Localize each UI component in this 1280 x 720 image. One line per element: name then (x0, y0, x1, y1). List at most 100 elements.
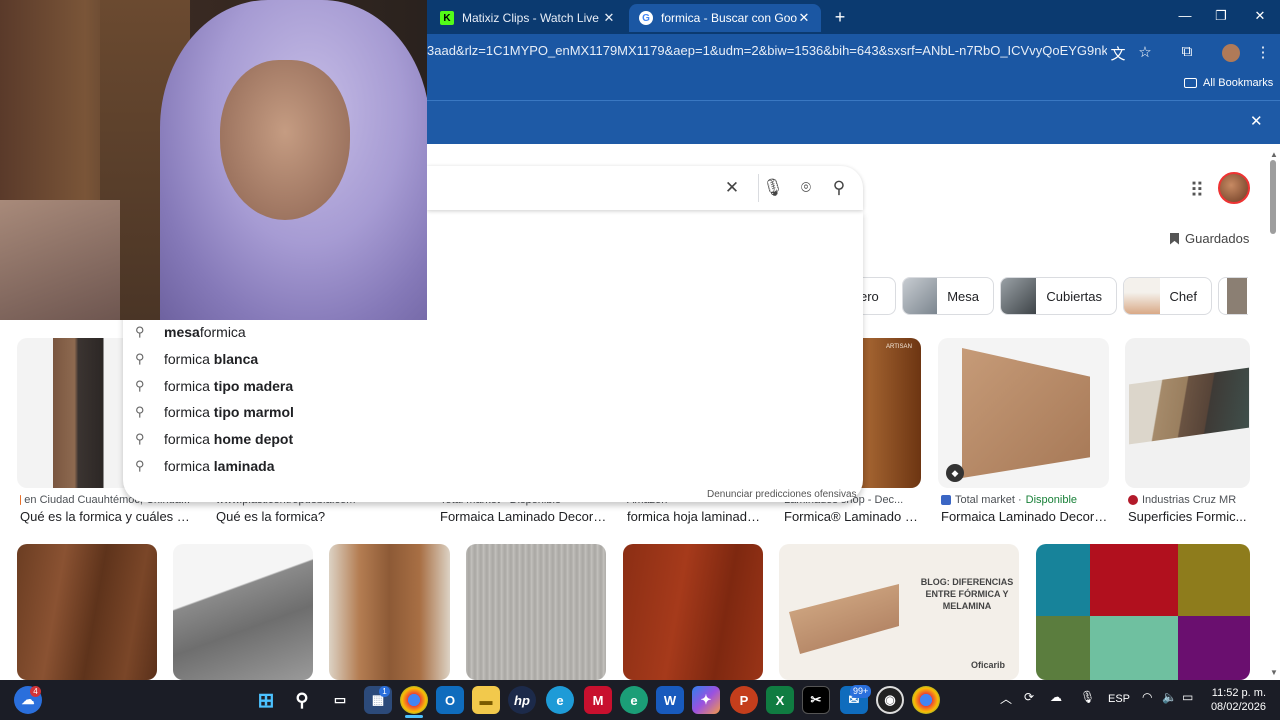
result-image[interactable] (466, 544, 606, 680)
file-explorer-icon[interactable]: ▬ (472, 686, 500, 714)
suggestion-text: formica (164, 378, 214, 394)
maximize-icon[interactable]: ❐ (1209, 8, 1233, 24)
result-image[interactable] (329, 544, 450, 680)
infobar-close-icon[interactable]: ✕ (1250, 112, 1263, 130)
result-image[interactable] (623, 544, 763, 680)
system-clock[interactable]: 11:52 p. m. 08/02/2026 (1206, 686, 1266, 714)
minimize-icon[interactable]: — (1173, 8, 1197, 23)
result-image[interactable] (173, 544, 313, 680)
suggestion-item[interactable]: ⚲ formica tipo marmol (135, 399, 294, 425)
edge-icon[interactable]: e (620, 686, 648, 714)
tray-overflow-icon[interactable]: ︿ (1000, 690, 1012, 707)
result-image[interactable] (17, 544, 157, 680)
volume-icon[interactable]: 🔈 (1162, 690, 1177, 704)
background-object (0, 200, 120, 320)
search-icon[interactable]: ⚲ (827, 178, 851, 198)
result-image[interactable]: ◆ (938, 338, 1109, 488)
chip-more[interactable] (1218, 277, 1248, 315)
bookmark-star-icon[interactable]: ☆ (1134, 43, 1156, 61)
close-window-icon[interactable]: ✕ (1248, 8, 1272, 24)
suggestion-item[interactable]: ⚲ formica home depot (135, 426, 293, 452)
result-title[interactable]: Formaica Laminado Decorat... (941, 509, 1111, 524)
wifi-icon[interactable]: ◠ (1142, 690, 1152, 704)
tab-google-search[interactable]: G formica - Buscar con Google ✕ (629, 4, 821, 32)
apps-grid-icon[interactable]: ⠿ (1186, 178, 1208, 202)
suggestion-text: formica (164, 431, 214, 447)
hp-icon[interactable]: hp (508, 686, 536, 714)
scroll-down-icon[interactable]: ▼ (1270, 668, 1278, 677)
suggestion-text: formica (164, 458, 214, 474)
suggestion-item[interactable]: ⚲ formica laminada (135, 453, 275, 479)
chrome-profile-icon[interactable] (912, 686, 940, 714)
sync-icon[interactable]: ⟳ (1024, 690, 1034, 704)
chrome-icon[interactable] (400, 686, 428, 714)
search-icon: ⚲ (135, 404, 145, 419)
translate-icon[interactable]: ⽂ (1107, 43, 1129, 64)
suggestion-bold: tipo madera (213, 378, 294, 394)
microphone-icon[interactable]: 🎙 (761, 178, 785, 198)
weather-badge: 4 (30, 686, 41, 697)
result-title[interactable]: Qué es la formica? (216, 509, 376, 524)
windows-start-icon[interactable]: ⊞ (252, 686, 280, 714)
report-predictions-link[interactable]: Denunciar predicciones ofensivas (707, 489, 857, 500)
capcut-icon[interactable]: ✂ (802, 686, 830, 714)
all-bookmarks-button[interactable]: All Bookmarks (1184, 77, 1273, 89)
search-icon: ⚲ (135, 431, 145, 446)
tab-close-icon[interactable]: ✕ (797, 10, 811, 26)
suggestion-item[interactable]: ⚲ formica blanca (135, 346, 258, 372)
battery-icon[interactable]: ▭ (1182, 690, 1193, 704)
result-title[interactable]: Formica® Laminado M... (784, 509, 924, 524)
search-icon: ⚲ (135, 458, 145, 473)
clear-search-icon[interactable]: ✕ (720, 178, 744, 198)
copilot-icon[interactable]: ✦ (692, 686, 720, 714)
search-icon[interactable]: ⚲ (288, 686, 316, 714)
scroll-up-icon[interactable]: ▲ (1270, 150, 1278, 159)
result-image[interactable] (1125, 338, 1250, 488)
result-title[interactable]: formica hoja laminado ... (627, 509, 767, 524)
scrollbar-thumb[interactable] (1270, 160, 1276, 234)
powerpoint-icon[interactable]: P (730, 686, 758, 714)
result-source: Industrias Cruz MR (1128, 494, 1258, 506)
suggestion-text: formica (164, 351, 214, 367)
site-icon (941, 495, 951, 505)
tab-close-icon[interactable]: ✕ (602, 10, 616, 26)
microphone-tray-icon[interactable]: 🎙 (1080, 690, 1095, 704)
blog-brand: Oficarib (971, 660, 1006, 670)
chip-chef[interactable]: Chef (1123, 277, 1212, 315)
chip-cubiertas[interactable]: Cubiertas (1000, 277, 1117, 315)
profile-avatar[interactable] (1222, 44, 1240, 62)
suggestion-item[interactable]: ⚲ mesa formica (135, 319, 246, 345)
result-title[interactable]: Qué es la formica y cuáles so... (20, 509, 195, 524)
excel-icon[interactable]: X (766, 686, 794, 714)
obs-icon[interactable]: ◉ (876, 686, 904, 714)
layers-diagram (789, 584, 899, 654)
bookmark-icon (1170, 232, 1179, 245)
tab-title: Matixiz Clips - Watch Live on K (462, 11, 602, 25)
edge-beta-icon[interactable]: e (546, 686, 574, 714)
result-source: Total market · Disponible (941, 494, 1111, 506)
language-indicator[interactable]: ESP (1108, 693, 1130, 705)
extensions-icon[interactable]: ⧉ (1176, 43, 1198, 60)
task-view-icon[interactable]: ▭ (326, 686, 354, 714)
google-account-avatar[interactable] (1218, 172, 1250, 204)
result-title[interactable]: Superficies Formic... (1128, 509, 1248, 524)
lens-camera-icon[interactable]: ⌾ (794, 178, 818, 198)
menu-icon[interactable]: ⋮ (1252, 43, 1274, 61)
word-icon[interactable]: W (656, 686, 684, 714)
kick-icon: K (440, 11, 454, 25)
result-title[interactable]: Formaica Laminado Decorat... (440, 509, 610, 524)
onedrive-icon[interactable]: ☁ (1050, 690, 1062, 704)
result-image[interactable] (1036, 544, 1250, 680)
search-field[interactable] (427, 166, 707, 210)
mcafee-icon[interactable]: M (584, 686, 612, 714)
result-image[interactable]: BLOG: DIFERENCIAS ENTRE FÓRMICA Y MELAMI… (779, 544, 1019, 680)
saved-button[interactable]: Guardados (1170, 231, 1249, 246)
outlook-icon[interactable]: O (436, 686, 464, 714)
divider (758, 174, 759, 202)
suggestion-item[interactable]: ⚲ formica tipo madera (135, 373, 293, 399)
chip-mesa[interactable]: Mesa (902, 277, 994, 315)
suggestion-text: formica (164, 404, 214, 420)
tab-kick[interactable]: K Matixiz Clips - Watch Live on K ✕ (430, 4, 626, 32)
new-tab-button[interactable]: + (830, 7, 850, 28)
address-bar[interactable]: 3aad&rlz=1C1MYPO_enMX1179MX1179&aep=1&ud… (427, 43, 1107, 63)
